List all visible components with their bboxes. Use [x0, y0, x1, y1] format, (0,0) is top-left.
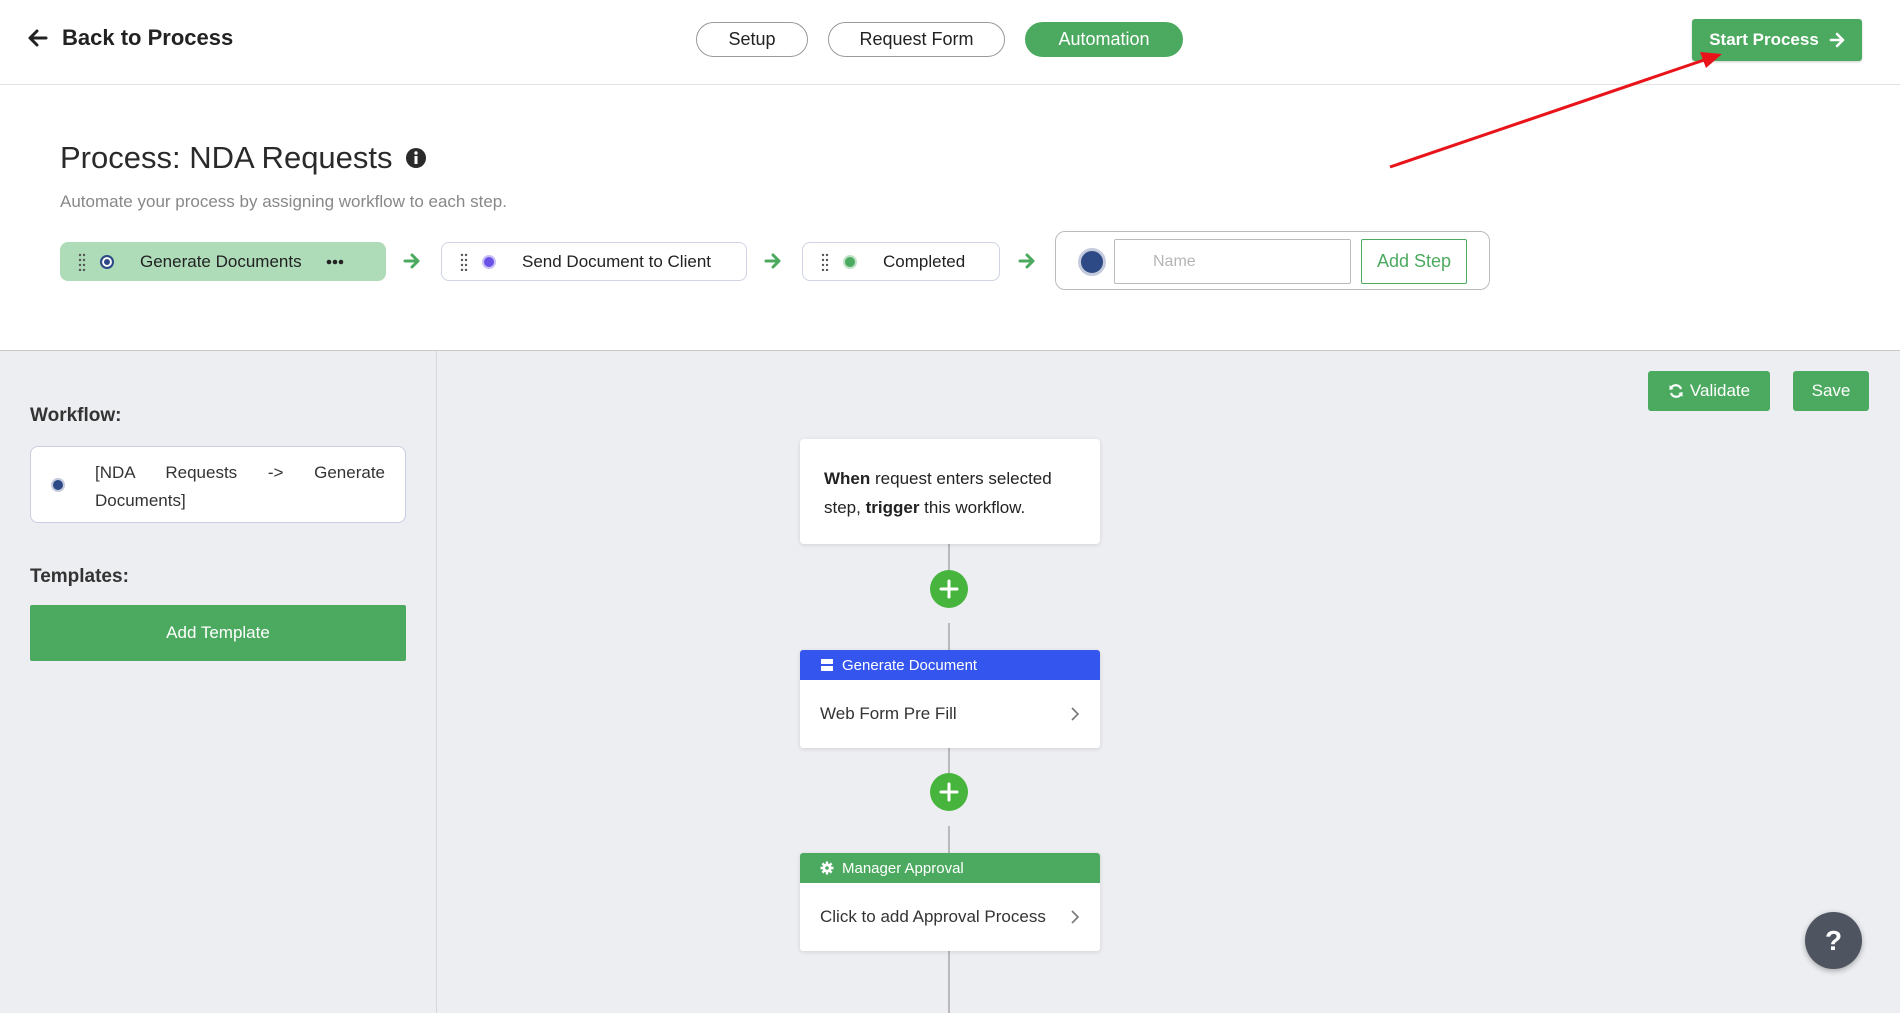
- workflow-item-label: [NDA Requests -> Generate Documents]: [95, 463, 385, 510]
- plus-icon: [939, 579, 959, 599]
- refresh-icon: [1669, 384, 1683, 398]
- drag-handle-icon[interactable]: [78, 253, 86, 271]
- tab-automation[interactable]: Automation: [1025, 22, 1183, 57]
- validate-button[interactable]: Validate: [1648, 371, 1770, 411]
- add-action-button[interactable]: [930, 773, 968, 811]
- action-card-body[interactable]: Click to add Approval Process: [800, 883, 1100, 951]
- action-card-manager-approval[interactable]: Manager Approval Click to add Approval P…: [800, 853, 1100, 951]
- step-name-input[interactable]: [1114, 239, 1351, 284]
- workflow-item[interactable]: [NDA Requests -> Generate Documents]: [30, 446, 406, 523]
- drag-handle-icon[interactable]: [821, 253, 829, 271]
- step-send-document-to-client[interactable]: Send Document to Client: [441, 242, 747, 281]
- add-action-button[interactable]: [930, 570, 968, 608]
- start-process-label: Start Process: [1709, 30, 1819, 49]
- process-title: Process: NDA Requests: [60, 140, 393, 175]
- info-icon[interactable]: [405, 147, 427, 169]
- trigger-card: When request enters selected step, trigg…: [800, 439, 1100, 544]
- trigger-word: trigger: [865, 498, 920, 517]
- more-options-icon[interactable]: [326, 259, 344, 265]
- drag-handle-icon[interactable]: [460, 253, 468, 271]
- arrow-right-icon: [1829, 32, 1845, 48]
- step-completed[interactable]: Completed: [802, 242, 1000, 281]
- process-subtitle: Automate your process by assigning workf…: [60, 192, 507, 211]
- action-card-title: Manager Approval: [842, 859, 964, 877]
- page-title: Process: NDA Requests: [60, 140, 427, 176]
- new-step-color-dot[interactable]: [1078, 248, 1106, 276]
- arrow-left-icon: [28, 29, 48, 47]
- document-icon: [821, 659, 833, 671]
- tab-bar: Setup Request Form Automation: [696, 22, 1183, 57]
- validate-label: Validate: [1689, 381, 1751, 400]
- step-generate-documents[interactable]: Generate Documents: [60, 242, 386, 281]
- step-label: Generate Documents: [140, 251, 302, 271]
- step-label: Completed: [883, 251, 966, 271]
- tab-setup[interactable]: Setup: [696, 22, 808, 57]
- step-label: Send Document to Client: [522, 251, 711, 271]
- chevron-right-icon: [1071, 707, 1080, 721]
- sidebar: Workflow: [NDA Requests -> Generate Docu…: [0, 351, 437, 1013]
- workflow-heading: Workflow:: [30, 405, 122, 426]
- step-status-dot: [100, 254, 114, 269]
- action-card-label: Web Form Pre Fill: [820, 704, 957, 723]
- add-step-button[interactable]: Add Step: [1361, 239, 1467, 284]
- add-template-button[interactable]: Add Template: [30, 605, 406, 661]
- back-to-process-link[interactable]: Back to Process: [28, 25, 233, 51]
- workflow-area: Workflow: [NDA Requests -> Generate Docu…: [0, 350, 1900, 1013]
- gear-icon: [820, 861, 834, 875]
- step-status-dot: [843, 254, 857, 269]
- back-to-process-label: Back to Process: [62, 25, 234, 50]
- plus-icon: [939, 782, 959, 802]
- trigger-text-2: this workflow.: [919, 498, 1026, 517]
- trigger-when: When: [824, 469, 871, 488]
- action-card-label: Click to add Approval Process: [820, 907, 1046, 926]
- chevron-right-icon: [1071, 910, 1080, 924]
- new-step-form: Add Step: [1055, 231, 1490, 290]
- start-process-button[interactable]: Start Process: [1692, 19, 1862, 61]
- action-card-header: Manager Approval: [800, 853, 1100, 883]
- save-button[interactable]: Save: [1793, 371, 1869, 411]
- arrow-right-icon: [1018, 253, 1035, 269]
- action-card-header: Generate Document: [800, 650, 1100, 680]
- arrow-right-icon: [403, 253, 420, 269]
- help-button[interactable]: ?: [1805, 912, 1862, 969]
- top-bar: Back to Process Setup Request Form Autom…: [0, 0, 1900, 85]
- templates-heading: Templates:: [30, 566, 129, 587]
- action-card-title: Generate Document: [842, 656, 978, 674]
- action-card-body[interactable]: Web Form Pre Fill: [800, 680, 1100, 748]
- workflow-status-dot: [51, 478, 65, 492]
- connector-line: [948, 951, 950, 1013]
- action-card-generate-document[interactable]: Generate Document Web Form Pre Fill: [800, 650, 1100, 748]
- arrow-right-icon: [764, 253, 781, 269]
- step-status-dot: [482, 254, 496, 269]
- tab-request-form[interactable]: Request Form: [828, 22, 1005, 57]
